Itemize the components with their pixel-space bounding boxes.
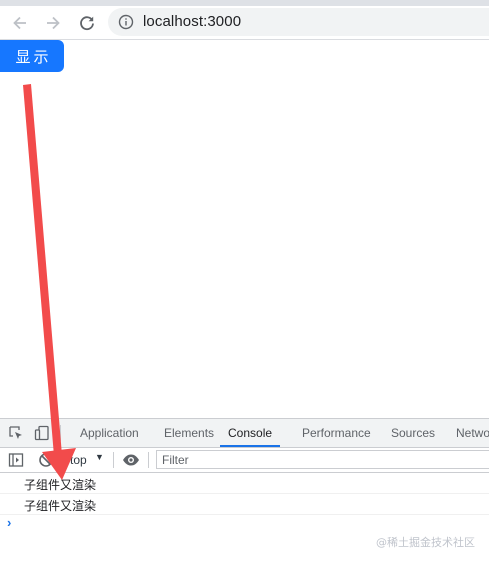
console-log-text: 子组件又渲染 xyxy=(24,478,97,492)
toolbar-separator xyxy=(113,452,114,468)
live-expression-eye-icon[interactable] xyxy=(122,452,139,468)
reload-icon xyxy=(80,16,94,31)
back-button[interactable] xyxy=(7,10,33,36)
address-bar[interactable]: localhost:3000 xyxy=(108,8,489,36)
forward-arrow-icon xyxy=(47,16,60,30)
url-text: localhost:3000 xyxy=(143,13,242,30)
device-toolbar-icon[interactable] xyxy=(34,425,50,441)
filter-input[interactable] xyxy=(156,450,489,469)
inspect-element-icon[interactable] xyxy=(8,425,24,441)
forward-button[interactable] xyxy=(40,10,66,36)
arrow-shaft xyxy=(23,84,62,456)
clear-console-icon[interactable] xyxy=(38,452,54,468)
toolbar-separator xyxy=(148,452,149,468)
tab-application[interactable]: Application xyxy=(80,419,139,447)
browser-toolbar: localhost:3000 xyxy=(0,6,489,40)
tab-separator xyxy=(60,425,61,441)
tab-performance[interactable]: Performance xyxy=(302,419,371,447)
watermark: @稀土掘金技术社区 xyxy=(376,536,475,549)
context-selector[interactable]: top xyxy=(70,453,87,467)
console-log-text: 子组件又渲染 xyxy=(24,499,97,513)
reload-button[interactable] xyxy=(74,10,100,36)
devtools-tab-bar: Application Elements Console Performance… xyxy=(0,419,489,448)
console-prompt-icon[interactable]: › xyxy=(7,515,11,530)
tab-elements[interactable]: Elements xyxy=(164,419,214,447)
tab-sources[interactable]: Sources xyxy=(391,419,435,447)
console-toolbar: top ▼ xyxy=(0,448,489,473)
console-log-row: 子组件又渲染 xyxy=(0,494,489,515)
console-log-row: 子组件又渲染 xyxy=(0,473,489,494)
sidebar-toggle-icon[interactable] xyxy=(8,452,24,468)
show-button[interactable]: 显示 xyxy=(0,40,64,72)
site-info-icon[interactable] xyxy=(118,14,134,35)
back-arrow-icon xyxy=(13,16,26,30)
tab-console[interactable]: Console xyxy=(220,419,281,447)
context-caret-icon: ▼ xyxy=(95,452,104,462)
tab-network[interactable]: Netwo xyxy=(456,419,489,447)
